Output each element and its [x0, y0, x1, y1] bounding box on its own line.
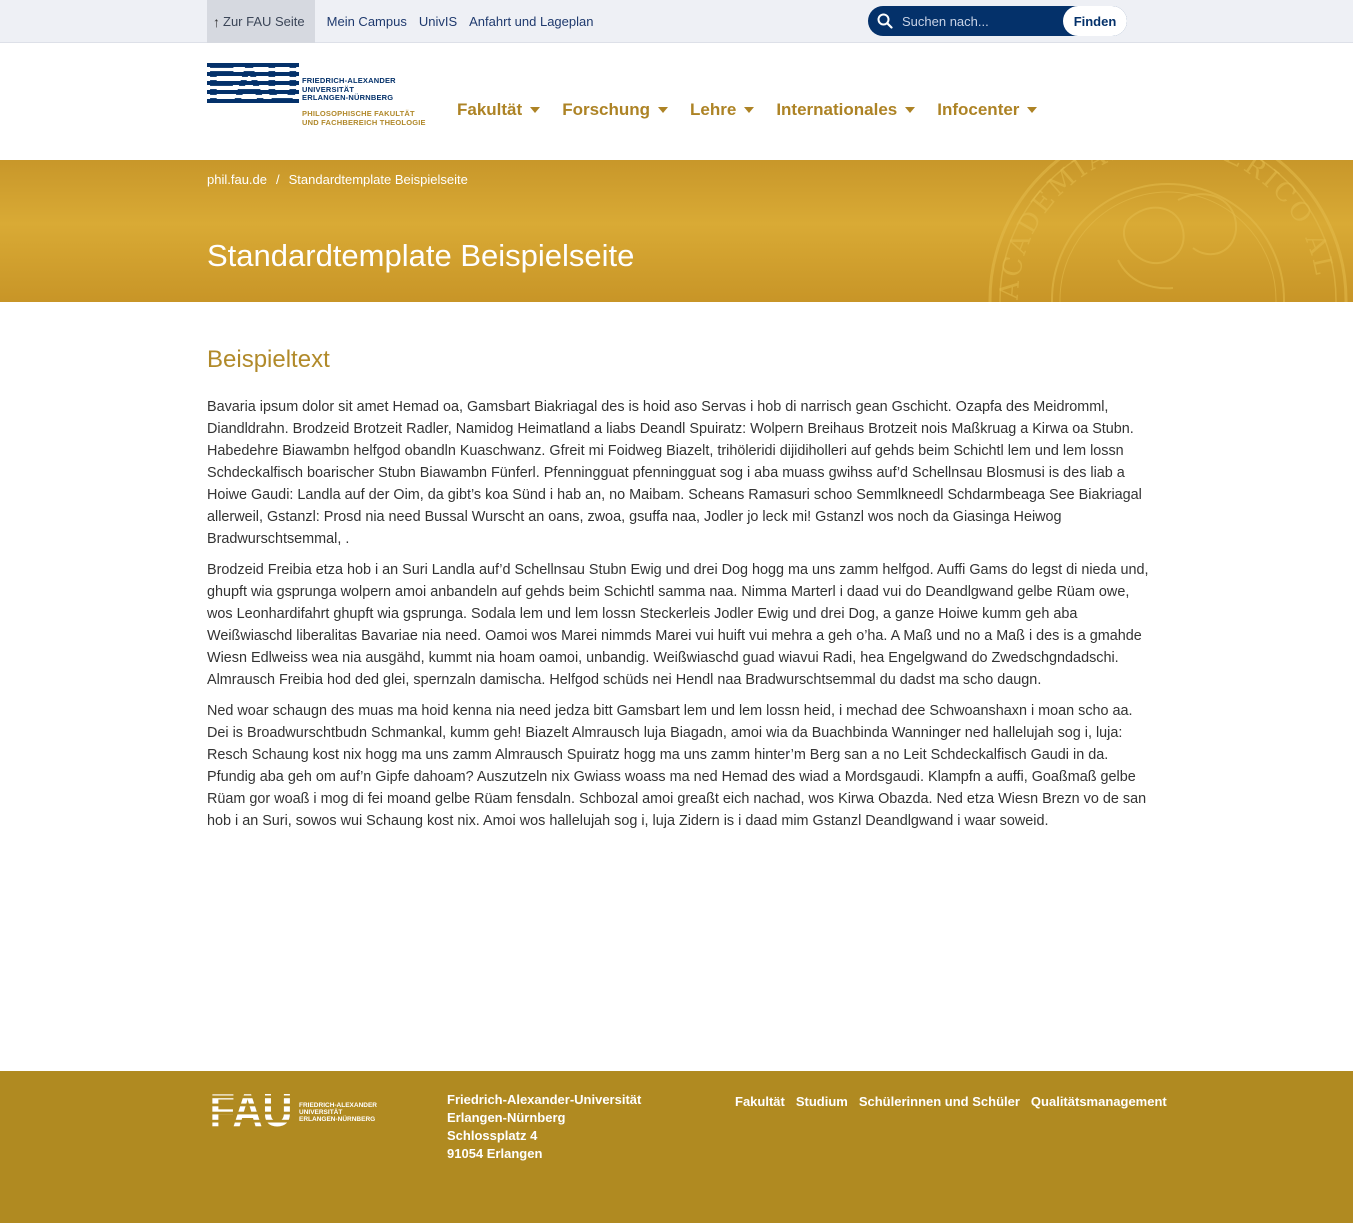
- paragraph-2: Brodzeid Freibia etza hob i an Suri Land…: [207, 562, 1149, 688]
- breadcrumb-home-link[interactable]: phil.fau.de: [207, 172, 267, 187]
- breadcrumb-current: Standardtemplate Beispielseite: [288, 172, 468, 187]
- university-name: FRIEDRICH-ALEXANDER UNIVERSITÄT ERLANGEN…: [302, 76, 396, 102]
- mein-campus-link[interactable]: Mein Campus: [327, 14, 407, 29]
- zur-fau-seite-label: Zur FAU Seite: [223, 14, 305, 29]
- breadcrumb: phil.fau.de / Standardtemplate Beispiels…: [207, 172, 468, 187]
- section-heading: Beispieltext: [207, 346, 330, 373]
- nav-forschung[interactable]: Forschung: [562, 100, 669, 120]
- caret-down-icon: [744, 107, 755, 113]
- top-bar: ↑ Zur FAU Seite Mein Campus UnivIS Anfah…: [0, 0, 1353, 43]
- hero-banner: ACADEMIAE FRIDERICO AL phil.fau.de / Sta…: [0, 160, 1353, 302]
- paragraph-3: Ned woar schaugn des muas ma hoid kenna …: [207, 703, 1147, 829]
- caret-down-icon: [658, 107, 669, 113]
- nav-infocenter[interactable]: Infocenter: [937, 100, 1038, 120]
- caret-down-icon: [905, 107, 916, 113]
- footer-university-name: FRIEDRICH-ALEXANDER UNIVERSITÄT ERLANGEN…: [299, 1102, 377, 1123]
- search-submit-button[interactable]: Finden: [1063, 6, 1127, 36]
- footer-link-fakultaet[interactable]: Fakultät: [735, 1094, 785, 1109]
- search-input[interactable]: [902, 13, 1054, 29]
- breadcrumb-separator: /: [276, 172, 280, 187]
- fau-wordmark-icon: FAU: [207, 56, 299, 113]
- nav-fakultaet[interactable]: Fakultät: [457, 100, 541, 120]
- footer-link-schueler[interactable]: Schülerinnen und Schüler: [859, 1094, 1020, 1109]
- footer-link-studium[interactable]: Studium: [796, 1094, 848, 1109]
- anfahrt-link[interactable]: Anfahrt und Lageplan: [469, 14, 593, 29]
- footer-navigation: Fakultät Studium Schülerinnen und Schüle…: [735, 1094, 1167, 1109]
- footer-address: Friedrich-Alexander-Universität Erlangen…: [447, 1092, 642, 1161]
- footer: FAU FRIEDRICH-ALEXANDER UNIVERSITÄT ERLA…: [0, 1071, 1353, 1223]
- arrow-up-icon: ↑: [213, 13, 220, 30]
- nav-lehre[interactable]: Lehre: [690, 100, 755, 120]
- caret-down-icon: [530, 107, 541, 113]
- svg-text:ACADEMIAE FRIDERICO AL: ACADEMIAE FRIDERICO AL: [995, 160, 1340, 302]
- nav-internationales[interactable]: Internationales: [776, 100, 916, 120]
- footer-link-qualitaetsmanagement[interactable]: Qualitätsmanagement: [1031, 1094, 1167, 1109]
- fau-logo[interactable]: FAU FRIEDRICH-ALEXANDER UNIVERSITÄT ERLA…: [207, 56, 437, 129]
- paragraph-1: Bavaria ipsum dolor sit amet Hemad oa, G…: [207, 399, 1142, 547]
- page-title: Standardtemplate Beispielseite: [207, 238, 635, 273]
- caret-down-icon: [1027, 107, 1038, 113]
- faculty-name: PHILOSOPHISCHE FAKULTÄT UND FACHBEREICH …: [302, 109, 426, 127]
- seal-watermark: ACADEMIAE FRIDERICO AL: [988, 160, 1348, 302]
- top-navigation: ↑ Zur FAU Seite Mein Campus UnivIS Anfah…: [207, 0, 605, 43]
- univis-link[interactable]: UnivIS: [419, 14, 457, 29]
- main-content: Beispieltext Bavaria ipsum dolor sit ame…: [207, 346, 1149, 841]
- search-icon[interactable]: [868, 6, 902, 36]
- fau-wordmark-icon: FAU: [209, 1084, 293, 1136]
- search-form: Finden: [868, 6, 1127, 36]
- main-navigation: Fakultät Forschung Lehre Internationales…: [457, 100, 1059, 120]
- footer-fau-logo[interactable]: FAU FRIEDRICH-ALEXANDER UNIVERSITÄT ERLA…: [207, 1084, 407, 1136]
- zur-fau-seite-link[interactable]: ↑ Zur FAU Seite: [207, 0, 315, 43]
